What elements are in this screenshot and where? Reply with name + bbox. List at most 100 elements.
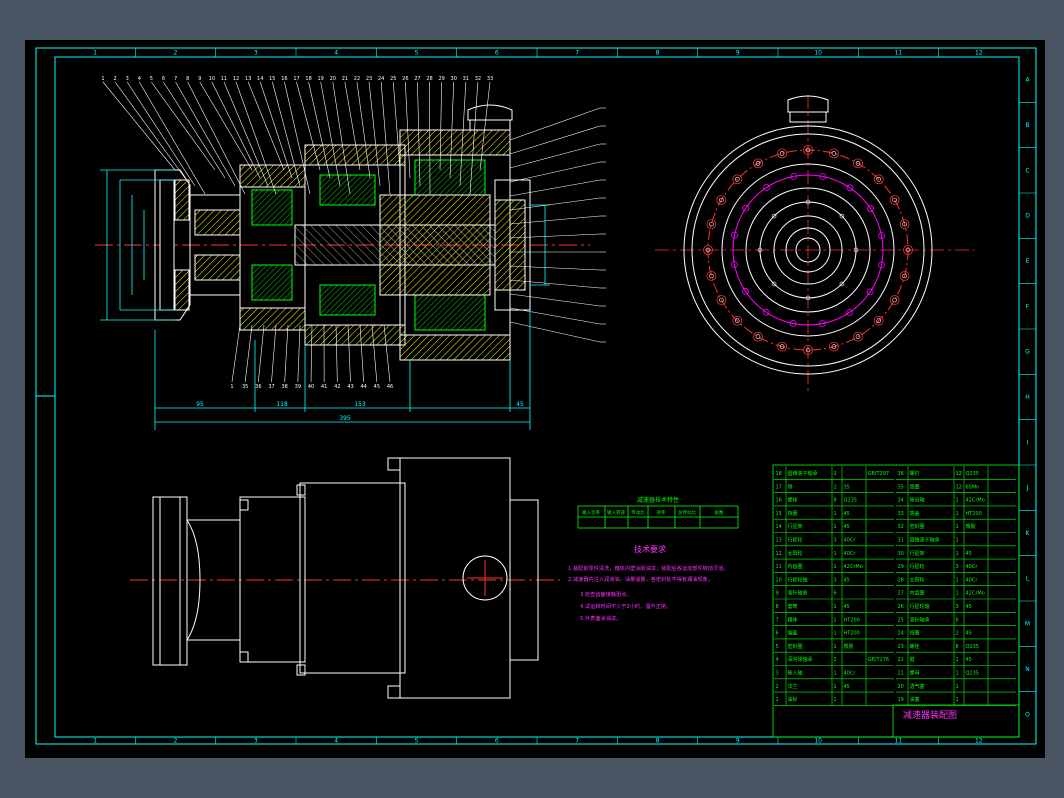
part-balloon: 23 xyxy=(366,76,372,82)
drawing-title: 减速器装配图 xyxy=(903,709,957,721)
bom-cell: 27 xyxy=(898,591,904,597)
part-balloon: 24 xyxy=(378,76,384,82)
frame-row-label: J xyxy=(1026,485,1029,492)
bom-cell: 挡圈 xyxy=(788,510,798,517)
bom-cell: 45 xyxy=(844,577,850,583)
part-balloon: 31 xyxy=(463,76,469,82)
bom-cell: 3 xyxy=(776,671,779,677)
first-stage-gear xyxy=(251,189,293,226)
bom-cell: 内齿圈 xyxy=(788,563,803,570)
bom-cell: 6 xyxy=(956,617,959,623)
bom-cell: 8 xyxy=(956,644,959,650)
frame-col-label: 6 xyxy=(495,50,499,57)
frame-col-label: 2 xyxy=(174,738,178,745)
bom-cell: 6 xyxy=(834,591,837,597)
bom-cell: 14 xyxy=(776,524,782,530)
bom-cell: 7 xyxy=(776,617,779,623)
frame-col-label: 9 xyxy=(736,50,740,57)
bom-cell: 6 xyxy=(776,631,779,637)
part-balloon: 43 xyxy=(347,384,353,390)
frame-col-label: 1 xyxy=(93,738,97,745)
part-balloon: 26 xyxy=(402,76,408,82)
bom-cell: 40Cr xyxy=(966,577,979,583)
bom-cell: Q235 xyxy=(844,498,857,504)
bom-cell: 18 xyxy=(776,471,782,477)
perf-header-6: 级数 xyxy=(715,509,724,516)
bom-cell: 挡圈 xyxy=(910,630,920,637)
bom-cell: Q235 xyxy=(966,471,979,477)
bom-cell: 行星架 xyxy=(788,523,803,530)
part-balloon: 11 xyxy=(221,76,227,82)
bom-cell: 滚针轴承 xyxy=(788,590,808,597)
bom-cell: 13 xyxy=(776,538,782,544)
bom-cell: 1 xyxy=(956,498,959,504)
bom-cell: 端盖 xyxy=(788,630,798,637)
bom-cell: 键 xyxy=(910,656,915,663)
frame-col-label: 12 xyxy=(975,50,983,57)
bom-cell: 1 xyxy=(776,697,779,703)
part-balloon: 42 xyxy=(334,384,340,390)
bom-cell: 2 xyxy=(956,631,959,637)
frame-row-label: H xyxy=(1025,394,1030,401)
frame-col-label: 6 xyxy=(495,738,499,745)
bom-cell: 5 xyxy=(776,644,779,650)
bom-cell: 28 xyxy=(898,577,904,583)
note-5: 5.外表面涂油漆。 xyxy=(580,614,621,622)
bom-cell: 31 xyxy=(898,538,904,544)
bom-cell: 45 xyxy=(844,604,850,610)
note-2: 2.减速器内注入润滑油，油量适量，各密封处不得有漏油现象。 xyxy=(568,575,713,583)
part-balloon: 10 xyxy=(209,76,215,82)
frame-col-label: 8 xyxy=(656,738,660,745)
input-flange-section xyxy=(174,179,190,221)
part-balloon: 28 xyxy=(426,76,432,82)
frame-col-label: 9 xyxy=(736,738,740,745)
bom-cell: 1 xyxy=(834,551,837,557)
part-balloon: 40 xyxy=(308,384,314,390)
bom-cell: Q235 xyxy=(966,644,979,650)
part-balloon: 38 xyxy=(281,384,287,390)
bom-cell: 3 xyxy=(834,577,837,583)
part-balloon: 35 xyxy=(242,384,248,390)
frame-col-label: 5 xyxy=(415,50,419,57)
frame-col-label: 12 xyxy=(975,738,983,745)
bom-cell: 33 xyxy=(898,511,904,517)
cad-drawing-canvas: 1 2 3 4 5 6 7 8 9 10 11 12 1 2 3 4 5 6 7 8 9 10 11 12 ABCDEFGH… xyxy=(25,40,1045,758)
bom-cell: 法兰 xyxy=(788,683,798,690)
part-balloon: 9 xyxy=(198,76,201,82)
bom-cell: 行星轮 xyxy=(788,537,803,544)
part-balloon: 1 xyxy=(101,76,104,82)
bom-cell: 23 xyxy=(898,644,904,650)
performance-table-title: 减速器技术特性 xyxy=(637,496,679,504)
bom-cell: 密封圈 xyxy=(788,643,803,650)
bom-cell: 2 xyxy=(834,657,837,663)
bom-cell: 40Cr xyxy=(844,551,857,557)
part-balloon: 19 xyxy=(318,76,324,82)
bom-cell: 25 xyxy=(898,617,904,623)
frame-row-label: G xyxy=(1025,349,1030,356)
bom-cell: 42CrMo xyxy=(966,591,985,597)
bom-cell: 35 xyxy=(898,484,904,490)
bom-cell: HT200 xyxy=(966,511,982,517)
bom-cell: 11 xyxy=(776,564,782,570)
part-balloon: 7 xyxy=(174,76,177,82)
bom-cell: 16 xyxy=(776,498,782,504)
bom-cell: 2 xyxy=(834,484,837,490)
part-balloon: 27 xyxy=(414,76,420,82)
bom-cell: 3 xyxy=(834,538,837,544)
bom-cell: 20 xyxy=(898,684,904,690)
frame-row-label: O xyxy=(1025,711,1030,718)
bom-cell: 行星轮轴 xyxy=(910,603,930,610)
part-balloon: 18 xyxy=(305,76,311,82)
bom-cell: 42CrMo xyxy=(844,564,863,570)
bom-cell: 螺栓 xyxy=(788,497,798,504)
bom-cell: 12 xyxy=(776,551,782,557)
bom-cell: 45 xyxy=(966,604,972,610)
bom-cell: 24 xyxy=(898,631,904,637)
bom-cell: 行星轮轴 xyxy=(788,576,808,583)
frame-col-label: 5 xyxy=(415,738,419,745)
bom-cell: 45 xyxy=(844,684,850,690)
bom-cell: 内齿圈 xyxy=(910,590,925,597)
part-balloon: 17 xyxy=(293,76,299,82)
part-balloon: 8 xyxy=(186,76,189,82)
part-balloon: 32 xyxy=(475,76,481,82)
